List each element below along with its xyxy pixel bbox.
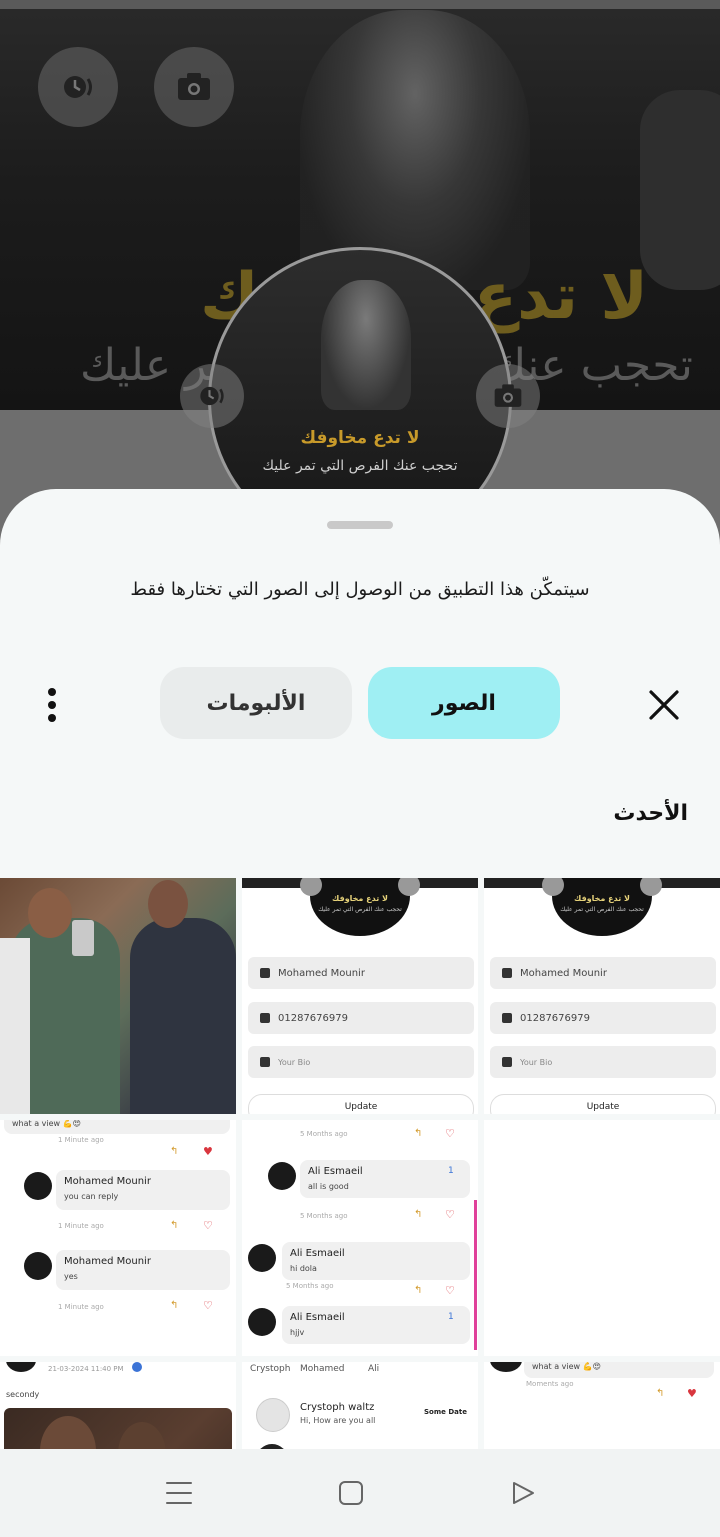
thumb-post-date: 21-03-2024 11:40 PM: [48, 1365, 124, 1373]
camera-icon: [494, 384, 522, 407]
close-icon: [649, 690, 679, 720]
camera-button: [154, 47, 234, 127]
tab-albums[interactable]: الألبومات: [160, 667, 352, 739]
photo-thumbnail-blank[interactable]: [484, 1120, 720, 1356]
thumb-commenter-name: Ali Esmaeil: [290, 1248, 345, 1259]
thumb-like-count: 1: [448, 1312, 454, 1322]
thumb-comment-time: 5 Months ago: [300, 1212, 348, 1220]
thumb-comment-text: yes: [64, 1272, 78, 1281]
thumb-comment-time: 1 Minute ago: [58, 1222, 104, 1230]
more-options-button[interactable]: [34, 681, 70, 729]
photo-thumbnail-profile-1[interactable]: لا تدع مخاوفك تحجب عنك الفرص التي تمر عل…: [242, 878, 478, 1114]
thumb-chat-name: Crystoph waltz: [300, 1402, 375, 1413]
voice-icon: [200, 386, 224, 406]
back-button[interactable]: [503, 1473, 543, 1513]
thumb-chat-message: Hi, How are you all: [300, 1416, 376, 1425]
thumb-comment-time: 1 Minute ago: [58, 1136, 104, 1144]
thumb-comment-text: you can reply: [64, 1192, 119, 1201]
voice-icon: [64, 76, 92, 98]
thumb-comment-text: all is good: [308, 1182, 349, 1191]
home-square-icon: [339, 1481, 363, 1505]
photo-thumbnail-profile-2[interactable]: لا تدع مخاوفك تحجب عنك الفرص التي تمر عل…: [484, 878, 720, 1114]
avatar-subtitle: تحجب عنك الفرص التي تمر عليك: [262, 458, 458, 474]
thumb-commenter-name: Ali Esmaeil: [290, 1312, 345, 1323]
thumb-comment-text: what a view 💪😍: [532, 1362, 601, 1371]
thumb-commenter-name: Mohamed Mounir: [64, 1176, 151, 1187]
thumb-avatar-title: لا تدع مخاوفك: [332, 894, 388, 903]
thumb-chat-tab: Mohamed: [300, 1364, 345, 1374]
section-title-recent: الأحدث: [613, 801, 688, 826]
photo-thumbnail-selfie[interactable]: [0, 878, 236, 1114]
thumb-bio: Your Bio: [278, 1057, 311, 1067]
thumb-commenter-name: Mohamed Mounir: [64, 1256, 151, 1267]
thumb-update: Update: [248, 1094, 474, 1114]
thumb-comment-time: 5 Months ago: [286, 1282, 334, 1290]
voice-button: [38, 47, 118, 127]
cover-figure-side: [640, 90, 720, 290]
thumb-comment-text: hjjv: [290, 1328, 305, 1337]
avatar-voice-button: [180, 364, 244, 428]
thumb-like-count: 1: [448, 1166, 454, 1176]
thumb-comment-text: what a view 💪😍: [12, 1120, 81, 1128]
photo-thumbnail-post[interactable]: 21-03-2024 11:40 PM secondy: [0, 1362, 236, 1450]
thumb-chat-date: Some Date: [424, 1408, 467, 1416]
camera-icon: [178, 73, 210, 100]
avatar-title: لا تدع مخاوفك: [300, 428, 420, 448]
thumb-name: Mohamed Mounir: [278, 967, 365, 979]
thumb-update: Update: [490, 1094, 716, 1114]
thumb-avatar-subtitle: تحجب عنك الفرص التي تمر عليك: [318, 906, 402, 913]
more-vert-icon: [48, 688, 56, 722]
thumb-comment-time: 5 Months ago: [300, 1130, 348, 1138]
thumb-bio: Your Bio: [520, 1057, 553, 1067]
access-notice: سيتمكّن هذا التطبيق من الوصول إلى الصور …: [130, 579, 590, 600]
recents-button[interactable]: [159, 1473, 199, 1513]
thumb-chat-tab: Crystoph: [250, 1364, 291, 1374]
photo-thumbnail-comments-2[interactable]: 5 Months ago ↰ ♡ Ali Esmaeil all is good …: [242, 1120, 478, 1356]
status-bar: [0, 0, 720, 9]
thumb-phone: 01287676979: [278, 1012, 348, 1024]
menu-icon: [166, 1482, 192, 1504]
photo-thumbnail-comments-1[interactable]: what a view 💪😍 1 Minute ago ↰ ♥ Mohamed M…: [0, 1120, 236, 1356]
thumb-phone: 01287676979: [520, 1012, 590, 1024]
photo-grid: لا تدع مخاوفك تحجب عنك الفرص التي تمر عل…: [0, 878, 720, 1450]
thumb-avatar-subtitle: تحجب عنك الفرص التي تمر عليك: [560, 906, 644, 913]
photo-thumbnail-comment-view[interactable]: what a view 💪😍 Moments ago ↰ ♥: [484, 1362, 720, 1450]
thumb-name: Mohamed Mounir: [520, 967, 607, 979]
thumb-chat-tab: Ali: [368, 1364, 380, 1374]
drag-handle[interactable]: [327, 521, 393, 529]
thumb-comment-time: 1 Minute ago: [58, 1303, 104, 1311]
avatar-camera-button: [476, 364, 540, 428]
back-triangle-icon: [513, 1482, 534, 1504]
photo-thumbnail-chat[interactable]: Crystoph Mohamed Ali Crystoph waltz Hi, …: [242, 1362, 478, 1450]
thumb-comment-text: hi dola: [290, 1264, 317, 1273]
home-button[interactable]: [331, 1473, 371, 1513]
thumb-avatar-title: لا تدع مخاوفك: [574, 894, 630, 903]
close-button[interactable]: [640, 681, 688, 729]
thumb-post-text: secondy: [6, 1390, 40, 1399]
thumb-commenter-name: Ali Esmaeil: [308, 1166, 363, 1177]
tab-photos[interactable]: الصور: [368, 667, 560, 739]
system-navigation-bar: [0, 1449, 720, 1537]
avatar-figure: [321, 280, 411, 410]
thumb-comment-time: Moments ago: [526, 1380, 574, 1388]
